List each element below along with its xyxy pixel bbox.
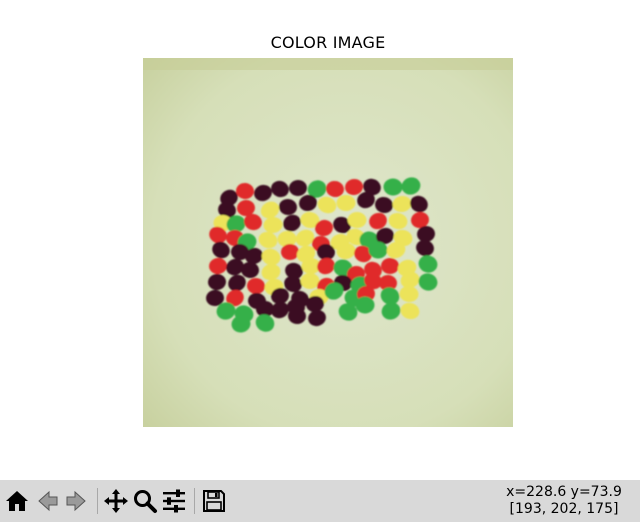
jelly-bean	[347, 212, 367, 228]
back-button[interactable]	[33, 487, 61, 515]
save-button[interactable]	[200, 487, 228, 515]
photo-top-edge	[143, 58, 513, 70]
toolbar-separator	[194, 488, 195, 514]
forward-button[interactable]	[63, 487, 91, 515]
home-icon	[6, 491, 28, 511]
navigation-toolbar: x=228.6 y=73.9 [193, 202, 175]	[0, 480, 640, 522]
cursor-coordinates: x=228.6 y=73.9	[506, 484, 622, 500]
configure-subplots-button[interactable]	[160, 487, 188, 515]
arrow-right-icon	[66, 490, 86, 512]
sliders-icon	[163, 489, 185, 513]
arrow-left-icon	[38, 490, 58, 512]
move-icon	[104, 489, 128, 513]
toolbar-separator	[97, 488, 98, 514]
home-button[interactable]	[3, 487, 31, 515]
zoom-button[interactable]	[131, 487, 159, 515]
floppy-disk-icon	[203, 490, 225, 512]
image-axes[interactable]	[143, 58, 513, 427]
coordinate-readout: x=228.6 y=73.9 [193, 202, 175]	[424, 484, 624, 518]
figure-title: COLOR IMAGE	[270, 33, 386, 52]
pan-button[interactable]	[102, 487, 130, 515]
pixel-value: [193, 202, 175]	[509, 501, 619, 517]
figure-canvas: COLOR IMAGE	[0, 0, 640, 480]
jelly-bean-photo	[143, 58, 513, 427]
magnifier-icon	[134, 490, 157, 513]
